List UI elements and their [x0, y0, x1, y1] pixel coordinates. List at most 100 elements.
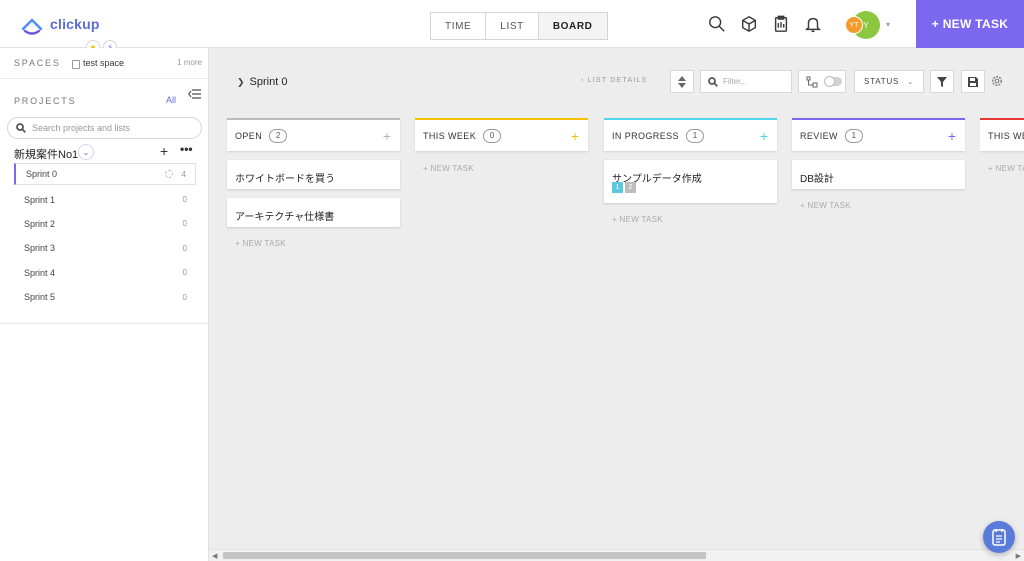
- add-task-button[interactable]: +: [948, 128, 956, 144]
- bell-icon[interactable]: [803, 14, 823, 34]
- sidebar-item-label: Sprint 4: [24, 267, 56, 278]
- new-task-button[interactable]: + NEW TASK: [916, 0, 1024, 48]
- gear-icon[interactable]: [990, 74, 1004, 88]
- column-header: IN PROGRESS 1 +: [604, 118, 777, 151]
- sidebar-item-count: 0: [182, 219, 187, 229]
- toggle-switch: [824, 76, 842, 87]
- loading-icon: [165, 170, 173, 178]
- add-task-button[interactable]: +: [571, 128, 579, 144]
- filter-input[interactable]: [723, 77, 791, 86]
- task-title: アーキテクチャ仕様書: [235, 212, 335, 223]
- column-title: THIS WE: [988, 130, 1024, 141]
- board-header: ❯ Sprint 0 › LIST DETAILS STATUS ⌄: [209, 48, 1024, 108]
- notepad-icon: [992, 529, 1006, 546]
- top-icons: [707, 14, 823, 34]
- space-selector[interactable]: test space: [72, 58, 125, 69]
- spaces-label: SPACES: [14, 58, 61, 68]
- add-task-button[interactable]: +: [383, 128, 391, 144]
- task-title: ホワイトボードを買う: [235, 174, 335, 185]
- sidebar-item-sprint-1[interactable]: Sprint 1 0: [14, 187, 196, 211]
- search-icon: [708, 76, 718, 87]
- task-title: DB設計: [800, 174, 834, 185]
- column-title: IN PROGRESS: [612, 130, 679, 141]
- me-mode-toggle[interactable]: [798, 70, 846, 93]
- column-count-badge: 1: [685, 128, 704, 143]
- sidebar-item-label: Sprint 1: [24, 194, 56, 205]
- save-view-button[interactable]: [961, 70, 985, 93]
- all-projects-link[interactable]: All: [166, 95, 176, 105]
- column-header: REVIEW 1 +: [792, 118, 965, 151]
- new-task-link[interactable]: + NEW TASK: [980, 164, 1024, 173]
- chevron-right-icon: ❯: [237, 76, 245, 87]
- list-details-link[interactable]: › LIST DETAILS: [581, 77, 647, 84]
- app-logo[interactable]: clickup: [20, 12, 100, 36]
- task-card[interactable]: ホワイトボードを買う: [227, 160, 400, 189]
- new-task-link[interactable]: + NEW TASK: [792, 201, 965, 210]
- chevron-down-icon: ⌄: [907, 78, 914, 86]
- more-spaces-link[interactable]: 1 more: [177, 58, 202, 67]
- chevron-down-icon[interactable]: ⌄: [78, 144, 94, 160]
- sidebar-item-label: Sprint 3: [24, 243, 56, 254]
- sidebar-item-label: Sprint 0: [26, 169, 58, 179]
- collapse-sidebar-icon[interactable]: [188, 88, 202, 100]
- breadcrumb[interactable]: ❯ Sprint 0: [237, 76, 287, 88]
- top-bar: clickup ★ ⚡ TIME LIST BOARD Y YT ▾ + NEW…: [0, 0, 1024, 54]
- column-title: REVIEW: [800, 130, 838, 141]
- new-task-link[interactable]: + NEW TASK: [604, 215, 777, 224]
- tab-time[interactable]: TIME: [431, 13, 487, 39]
- user-avatars[interactable]: Y YT: [845, 11, 885, 39]
- group-by-status-select[interactable]: STATUS ⌄: [854, 70, 924, 93]
- sidebar-item-label: Sprint 2: [24, 218, 56, 229]
- task-tag[interactable]: 2: [625, 182, 636, 193]
- cube-icon[interactable]: [739, 14, 759, 34]
- app-name: clickup: [50, 16, 100, 32]
- view-switcher: TIME LIST BOARD: [430, 12, 608, 40]
- project-name[interactable]: 新規案件No1: [14, 146, 78, 162]
- tab-list[interactable]: LIST: [486, 13, 539, 39]
- sidebar-item-sprint-5[interactable]: Sprint 5 0: [14, 285, 196, 309]
- sidebar-item-count: 0: [182, 195, 187, 205]
- scroll-left-icon[interactable]: ◀: [212, 552, 217, 560]
- sidebar-item-sprint-4[interactable]: Sprint 4 0: [14, 261, 196, 285]
- column-header: THIS WE: [980, 118, 1024, 151]
- notepad-button[interactable]: [983, 521, 1015, 553]
- sprint-list: Sprint 0 4 Sprint 1 0 Sprint 2 0 Sprint …: [14, 163, 196, 309]
- column-count-badge: 1: [844, 128, 863, 143]
- breadcrumb-list-name: Sprint 0: [249, 76, 288, 88]
- task-card[interactable]: アーキテクチャ仕様書: [227, 198, 400, 227]
- horizontal-scrollbar[interactable]: ◀ ▶: [209, 549, 1024, 561]
- board-column-open: OPEN 2 + ホワイトボードを買う アーキテクチャ仕様書 + NEW TAS…: [227, 118, 400, 248]
- scrollbar-thumb[interactable]: [223, 552, 706, 559]
- sidebar-item-sprint-3[interactable]: Sprint 3 0: [14, 236, 196, 260]
- project-search: [7, 117, 202, 139]
- column-header: THIS WEEK 0 +: [415, 118, 588, 151]
- sidebar-item-sprint-0[interactable]: Sprint 0 4: [14, 163, 196, 185]
- search-icon[interactable]: [707, 14, 727, 34]
- search-input[interactable]: [32, 123, 192, 133]
- scroll-right-icon[interactable]: ▶: [1016, 552, 1021, 560]
- more-options-icon[interactable]: •••: [180, 142, 193, 156]
- lock-icon: [72, 59, 80, 69]
- column-title: THIS WEEK: [423, 130, 477, 141]
- sidebar-item-count: 4: [181, 169, 186, 179]
- search-icon: [16, 123, 26, 133]
- task-tag[interactable]: 1: [612, 182, 623, 193]
- task-card[interactable]: サンプルデータ作成 1 2: [604, 160, 777, 203]
- task-card[interactable]: DB設計: [792, 160, 965, 189]
- chevron-down-icon[interactable]: ▾: [886, 20, 890, 29]
- sidebar-item-sprint-2[interactable]: Sprint 2 0: [14, 212, 196, 236]
- add-list-button[interactable]: +: [160, 143, 168, 159]
- clipboard-icon[interactable]: [771, 14, 791, 34]
- filter-button[interactable]: [930, 70, 954, 93]
- hierarchy-icon: [806, 76, 818, 87]
- save-icon: [968, 76, 978, 87]
- sidebar-item-label: Sprint 5: [24, 292, 56, 303]
- column-header: OPEN 2 +: [227, 118, 400, 151]
- add-task-button[interactable]: +: [760, 128, 768, 144]
- new-task-link[interactable]: + NEW TASK: [227, 239, 400, 248]
- sort-button[interactable]: [670, 70, 694, 93]
- space-name: test space: [83, 58, 125, 68]
- tab-board[interactable]: BOARD: [538, 13, 607, 39]
- board-column-in-progress: IN PROGRESS 1 + サンプルデータ作成 1 2 + NEW TASK: [604, 118, 777, 224]
- new-task-link[interactable]: + NEW TASK: [415, 164, 588, 173]
